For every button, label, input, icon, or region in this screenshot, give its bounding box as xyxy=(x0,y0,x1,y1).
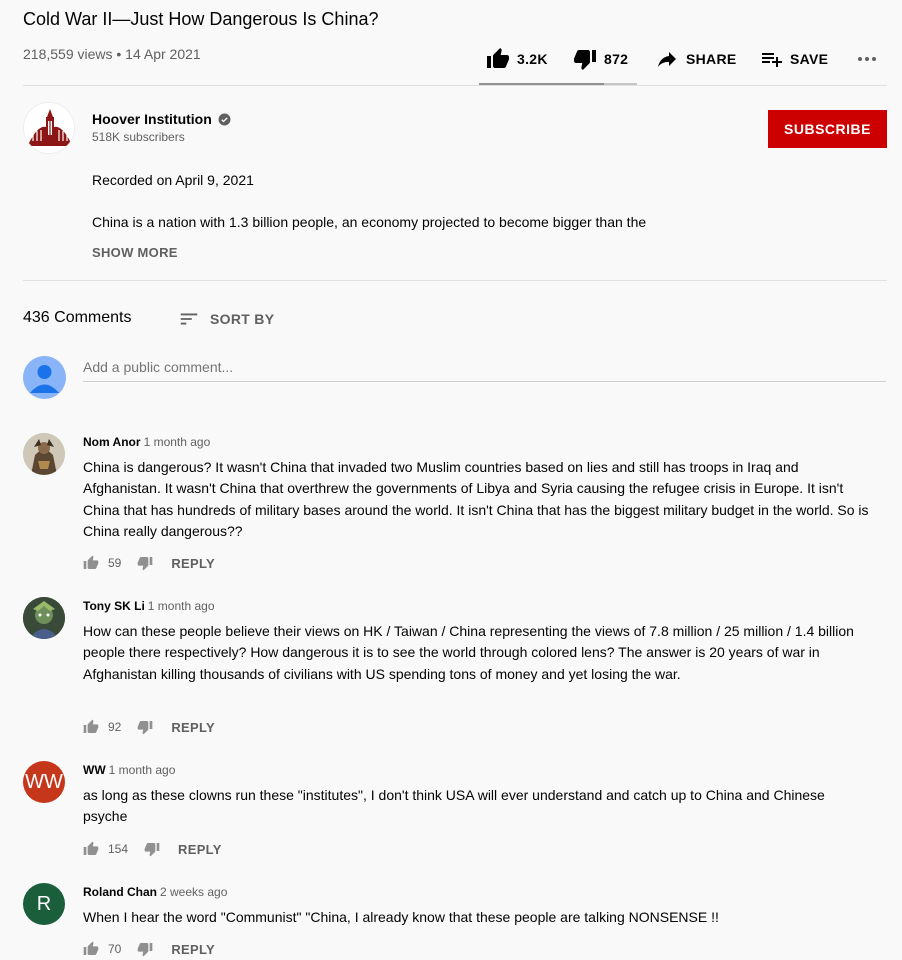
person-icon xyxy=(30,365,59,393)
playlist-add-icon xyxy=(762,53,782,67)
comment-header: WW 1 month ago xyxy=(83,763,175,777)
comment-actions: 70 REPLY xyxy=(83,941,215,957)
comment-like-count: 154 xyxy=(108,842,129,856)
sort-icon xyxy=(180,313,198,325)
comment-like-icon[interactable] xyxy=(83,719,99,735)
comment-dislike-icon[interactable] xyxy=(137,941,153,957)
video-meta: 218,559 views • 14 Apr 2021 xyxy=(23,46,201,62)
video-title: Cold War II—Just How Dangerous Is China? xyxy=(23,9,379,29)
comment-like-count: 70 xyxy=(108,942,122,956)
figure-avatar-image xyxy=(23,597,65,639)
comment-time[interactable]: 1 month ago xyxy=(109,763,176,777)
divider xyxy=(23,280,887,281)
comment-count: 436 Comments xyxy=(23,309,132,326)
dislike-button[interactable]: 872 xyxy=(573,47,628,71)
thumb-up-icon xyxy=(486,47,510,71)
comment-text: When I hear the word "Communist" "China,… xyxy=(83,909,719,925)
comment-text: How can these people believe their views… xyxy=(83,623,854,682)
avatar-initials: R xyxy=(36,892,52,915)
subscribe-button[interactable]: SUBSCRIBE xyxy=(768,110,887,148)
comment-text: China is dangerous? It wasn't China that… xyxy=(83,459,869,539)
comment-dislike-icon[interactable] xyxy=(144,841,160,857)
comment-time[interactable]: 1 month ago xyxy=(144,435,211,449)
comment-like-icon[interactable] xyxy=(83,841,99,857)
channel-avatar[interactable] xyxy=(23,102,75,154)
avatar-initials: WW xyxy=(25,770,63,793)
reply-button[interactable]: REPLY xyxy=(171,720,215,735)
reply-button[interactable]: REPLY xyxy=(178,842,222,857)
sort-label: SORT BY xyxy=(210,311,275,327)
comment-actions: 59 REPLY xyxy=(83,555,215,571)
share-button[interactable]: SHARE xyxy=(655,47,737,71)
comment-time[interactable]: 2 weeks ago xyxy=(160,885,227,899)
comment-author[interactable]: WW xyxy=(83,763,106,777)
more-actions-button[interactable] xyxy=(855,47,886,71)
comment-like-count: 92 xyxy=(108,720,122,734)
divider xyxy=(23,85,887,86)
comment-like-icon[interactable] xyxy=(83,555,99,571)
save-button[interactable]: SAVE xyxy=(759,47,828,71)
comment-avatar[interactable]: R xyxy=(23,883,65,925)
comment-avatar[interactable]: WW xyxy=(23,761,65,803)
comment-header: Tony SK Li 1 month ago xyxy=(83,599,215,613)
reply-button[interactable]: REPLY xyxy=(171,942,215,957)
verified-check-icon xyxy=(218,113,231,125)
comment-like-icon[interactable] xyxy=(83,941,99,957)
comment-time[interactable]: 1 month ago xyxy=(148,599,215,613)
comment-actions: 154 REPLY xyxy=(83,841,222,857)
comment-dislike-icon[interactable] xyxy=(137,555,153,571)
reply-button[interactable]: REPLY xyxy=(171,556,215,571)
comment-header: Roland Chan 2 weeks ago xyxy=(83,885,227,899)
subscriber-count: 518K subscribers xyxy=(92,130,185,144)
like-count: 3.2K xyxy=(517,51,548,67)
show-more-button[interactable]: SHOW MORE xyxy=(92,245,178,260)
comment-header: Nom Anor 1 month ago xyxy=(83,435,210,449)
comment-author[interactable]: Roland Chan xyxy=(83,885,157,899)
description-line-1: Recorded on April 9, 2021 xyxy=(92,172,254,188)
comment-avatar[interactable] xyxy=(23,597,65,639)
sort-button[interactable]: SORT BY xyxy=(178,308,274,330)
comment-actions: 92 REPLY xyxy=(83,719,215,735)
more-horizontal-icon xyxy=(858,57,876,61)
description-line-2: China is a nation with 1.3 billion peopl… xyxy=(92,214,647,230)
comment-dislike-icon[interactable] xyxy=(137,719,153,735)
comment-like-count: 59 xyxy=(108,556,122,570)
channel-name[interactable]: Hoover Institution xyxy=(92,111,231,127)
share-label: SHARE xyxy=(686,51,737,67)
input-underline xyxy=(83,381,886,382)
comment-text: as long as these clowns run these "insti… xyxy=(83,787,825,825)
comment-author[interactable]: Nom Anor xyxy=(83,435,141,449)
hoover-tower-logo xyxy=(24,103,74,153)
like-button[interactable]: 3.2K xyxy=(486,47,548,71)
share-icon xyxy=(658,52,676,67)
dislike-count: 872 xyxy=(604,51,629,67)
user-avatar xyxy=(23,356,66,399)
comment-author[interactable]: Tony SK Li xyxy=(83,599,145,613)
figure-avatar-image xyxy=(23,433,65,475)
channel-name-text: Hoover Institution xyxy=(92,111,212,127)
save-label: SAVE xyxy=(790,51,829,67)
add-comment-input[interactable] xyxy=(83,359,886,375)
thumb-down-icon xyxy=(573,47,597,71)
comment-avatar[interactable] xyxy=(23,433,65,475)
